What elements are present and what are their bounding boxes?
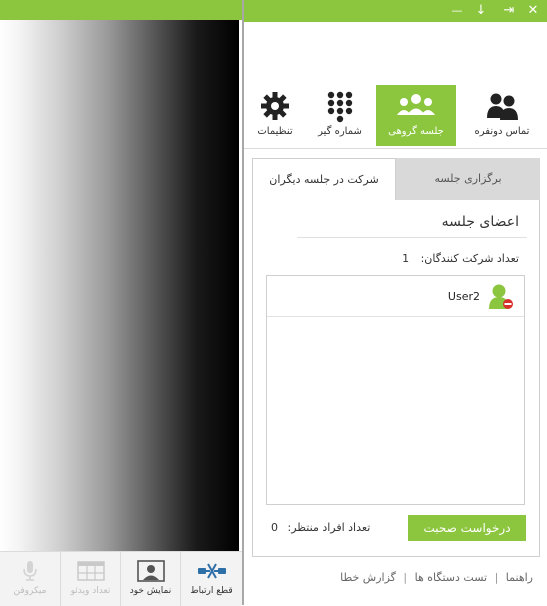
- video-count-button[interactable]: تعداد ویدئو: [60, 552, 120, 606]
- gear-icon: [261, 92, 289, 120]
- participant-count-value: 1: [402, 252, 410, 265]
- disconnect-plug-icon: [197, 563, 226, 579]
- footer-separator: |: [403, 571, 408, 584]
- nav-two-way-call[interactable]: تماس دونفره: [460, 85, 544, 146]
- waiting-count-value: 0: [271, 521, 278, 534]
- members-title: اعضای جلسه: [441, 214, 519, 230]
- nav-settings-label: تنظیمات: [257, 126, 293, 137]
- video-area: [0, 20, 239, 551]
- microphone-button[interactable]: میکروفن: [0, 552, 60, 606]
- nav-dialer-label: شماره گیر: [318, 126, 362, 137]
- dialpad-icon: [327, 91, 353, 123]
- tab-host-meeting[interactable]: برگزاری جلسه: [396, 158, 540, 200]
- title-bar: ⇥ ↓ — ✕: [244, 0, 547, 22]
- video-panel: میکروفن تعداد ویدئو نمایش خود قطع ارتباط: [0, 0, 243, 606]
- member-name: User2: [447, 290, 480, 303]
- self-view-button[interactable]: نمایش خود: [120, 552, 180, 606]
- request-floor-button[interactable]: درخواست صحبت: [408, 515, 526, 541]
- video-panel-header: [0, 0, 242, 20]
- close-icon: ✕: [527, 3, 539, 18]
- dock-button[interactable]: ↓: [472, 2, 490, 20]
- members-list: User2: [266, 275, 525, 505]
- footer-links: راهنما | تست دستگاه ها | گزارش خطا: [340, 571, 533, 584]
- self-view-icon: [136, 560, 165, 582]
- device-test-link[interactable]: تست دستگاه ها: [415, 571, 487, 584]
- tab-join-other-meeting[interactable]: شرکت در جلسه دیگران: [252, 158, 396, 200]
- list-item[interactable]: User2: [267, 276, 524, 317]
- nav-group-meeting[interactable]: جلسه گروهی: [376, 85, 456, 146]
- nav-group-meeting-label: جلسه گروهی: [388, 126, 444, 137]
- nav-dialer[interactable]: شماره گیر: [307, 85, 373, 146]
- microphone-icon: [23, 561, 37, 581]
- title-divider: [297, 237, 527, 238]
- header-area: [244, 22, 547, 84]
- footer-separator: |: [494, 571, 499, 584]
- call-controls-bar: میکروفن تعداد ویدئو نمایش خود قطع ارتباط: [0, 551, 242, 606]
- waiting-count-label: تعداد افراد منتظر:: [287, 521, 371, 534]
- meeting-tabs: شرکت در جلسه دیگران برگزاری جلسه: [252, 158, 540, 200]
- arrow-down-icon: ↓: [475, 3, 487, 18]
- group-icon: [397, 94, 435, 115]
- nav-settings[interactable]: تنظیمات: [246, 85, 304, 146]
- main-nav: تنظیمات شماره گیر جلسه گروهی تماس دونفره: [244, 84, 547, 149]
- self-view-label: نمایش خود: [129, 586, 172, 596]
- disconnect-label: قطع ارتباط: [190, 586, 233, 596]
- report-error-link[interactable]: گزارش خطا: [340, 571, 396, 584]
- nav-two-way-call-label: تماس دونفره: [474, 126, 530, 137]
- detach-button[interactable]: ⇥: [500, 2, 518, 20]
- minimize-icon: —: [451, 4, 463, 17]
- meeting-content: اعضای جلسه تعداد شرکت کنندگان: 1 User2 د…: [252, 200, 540, 557]
- microphone-label: میکروفن: [13, 586, 47, 596]
- waiting-count-row: تعداد افراد منتظر: 0: [271, 521, 370, 534]
- help-link[interactable]: راهنما: [506, 571, 533, 584]
- video-count-label: تعداد ویدئو: [70, 586, 111, 596]
- participant-count-label: تعداد شرکت کنندگان:: [420, 252, 519, 265]
- detach-icon: ⇥: [503, 3, 515, 18]
- two-users-icon: [487, 93, 518, 120]
- disconnect-button[interactable]: قطع ارتباط: [180, 552, 242, 606]
- video-grid-icon: [76, 561, 105, 581]
- main-panel: ⇥ ↓ — ✕ تنظیمات شماره گیر جلسه گروهی تما…: [242, 0, 547, 605]
- participant-count-row: تعداد شرکت کنندگان: 1: [402, 252, 519, 265]
- close-button[interactable]: ✕: [524, 2, 542, 20]
- user-muted-icon: [489, 284, 513, 309]
- minimize-button[interactable]: —: [448, 2, 466, 20]
